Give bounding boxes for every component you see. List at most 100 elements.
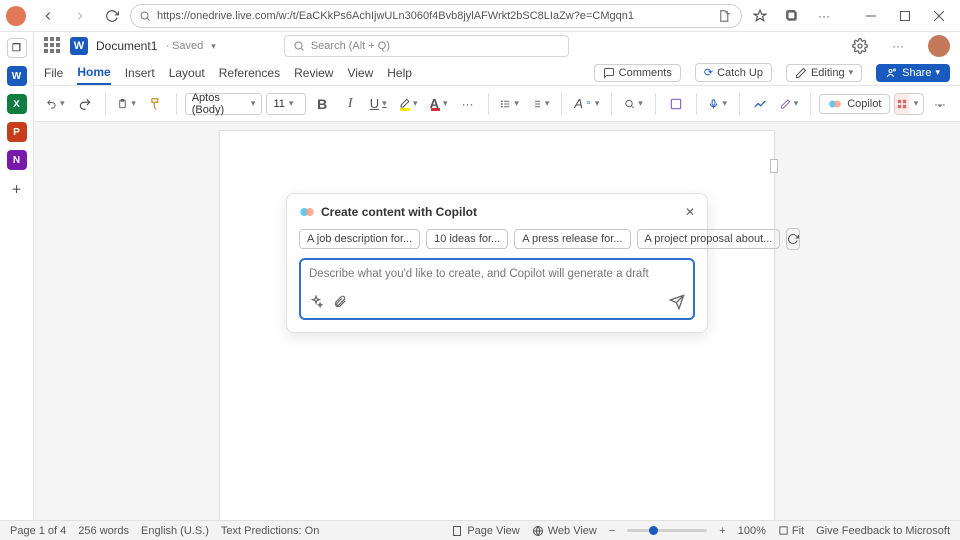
fit-button[interactable]: Fit (778, 525, 804, 537)
browser-titlebar: https://onedrive.live.com/w:/t/EaCKkPs6A… (0, 0, 960, 32)
attachment-icon[interactable] (333, 295, 347, 309)
tab-help[interactable]: Help (387, 62, 412, 84)
send-button[interactable] (669, 294, 685, 310)
collections-icon[interactable] (778, 2, 806, 30)
app-launcher-icon[interactable] (44, 37, 62, 55)
find-button[interactable]: ▾ (620, 91, 647, 117)
url-text: https://onedrive.live.com/w:/t/EaCKkPs6A… (157, 10, 713, 22)
maximize-button[interactable] (890, 2, 920, 30)
canvas-handle-icon[interactable] (770, 159, 778, 173)
font-size-select[interactable]: 11▾ (266, 93, 306, 115)
font-family-select[interactable]: Aptos (Body)▾ (185, 93, 263, 115)
underline-button[interactable]: U▾ (366, 91, 390, 117)
grid-view-icon[interactable] (895, 94, 909, 114)
settings-gear-icon[interactable] (852, 38, 868, 54)
styles-button[interactable]: A▾ (570, 91, 603, 117)
save-state: · Saved (165, 40, 203, 52)
status-language[interactable]: English (U.S.) (141, 525, 209, 537)
document-name[interactable]: Document1 (96, 39, 157, 53)
word-logo-icon: W (70, 37, 88, 55)
document-canvas[interactable]: Create content with Copilot ✕ A job desc… (34, 122, 960, 520)
tab-references[interactable]: References (219, 62, 280, 84)
minimize-button[interactable] (856, 2, 886, 30)
rail-home-icon[interactable]: ❐ (7, 38, 27, 58)
dialog-close-button[interactable]: ✕ (685, 205, 695, 219)
rail-word-icon[interactable]: W (7, 66, 27, 86)
comments-button[interactable]: Comments (594, 64, 681, 82)
refresh-button[interactable] (98, 2, 126, 30)
copilot-dialog: Create content with Copilot ✕ A job desc… (286, 193, 708, 333)
numbering-button[interactable]: ▾ (527, 91, 554, 117)
redo-button[interactable] (73, 91, 97, 117)
status-page[interactable]: Page 1 of 4 (10, 525, 66, 537)
rail-onenote-icon[interactable]: N (7, 150, 27, 170)
status-bar: Page 1 of 4 256 words English (U.S.) Tex… (0, 520, 960, 540)
zoom-slider[interactable] (627, 529, 707, 532)
word-header: W Document1 · Saved ▾ Search (Alt + Q) ·… (34, 32, 960, 60)
dialog-title: Create content with Copilot (321, 205, 477, 219)
web-view-button[interactable]: Web View (532, 525, 597, 537)
search-placeholder: Search (Alt + Q) (311, 40, 390, 52)
app-rail: ❐ W X P N ＋ (0, 32, 34, 540)
italic-button[interactable]: I (338, 91, 362, 117)
dictate-button[interactable]: ▾ (704, 91, 731, 117)
tab-layout[interactable]: Layout (169, 62, 205, 84)
catch-up-button[interactable]: ⟳Catch Up (695, 63, 772, 82)
paste-button[interactable]: ▾ (113, 91, 140, 117)
undo-button[interactable]: ▾ (42, 91, 69, 117)
back-button[interactable] (34, 2, 62, 30)
zoom-in-button[interactable]: + (719, 525, 725, 537)
editor-button[interactable] (748, 91, 772, 117)
share-button[interactable]: Share▾ (876, 64, 950, 82)
bold-button[interactable]: B (310, 91, 334, 117)
page-view-button[interactable]: Page View (451, 525, 519, 537)
highlight-button[interactable]: ▾ (394, 91, 421, 117)
rail-excel-icon[interactable]: X (7, 94, 27, 114)
rail-powerpoint-icon[interactable]: P (7, 122, 27, 142)
copilot-input[interactable]: Describe what you'd like to create, and … (299, 258, 695, 320)
doc-menu-chevron-icon[interactable]: ▾ (211, 41, 216, 52)
rewrite-button[interactable]: ▾ (776, 91, 803, 117)
zoom-level[interactable]: 100% (738, 525, 766, 537)
ribbon-collapse-button[interactable]: ⌄ (928, 91, 952, 117)
refresh-suggestions-button[interactable] (786, 228, 800, 250)
feedback-link[interactable]: Give Feedback to Microsoft (816, 525, 950, 537)
ribbon-toolbar: ▾ ▾ Aptos (Body)▾ 11▾ B I U▾ ▾ A▾ ··· ▾ … (34, 86, 960, 122)
tab-home[interactable]: Home (77, 61, 110, 85)
tab-insert[interactable]: Insert (125, 62, 155, 84)
layout-switcher[interactable]: ▾ (894, 93, 924, 115)
copilot-button[interactable]: Copilot (819, 94, 890, 114)
editing-mode-button[interactable]: Editing▾ (786, 64, 862, 82)
search-box[interactable]: Search (Alt + Q) (284, 35, 569, 57)
suggestion-chip[interactable]: A press release for... (514, 229, 630, 249)
suggestion-chips: A job description for... 10 ideas for...… (299, 228, 695, 250)
sparkle-icon[interactable] (309, 295, 323, 309)
header-more-icon[interactable]: ··· (892, 39, 904, 53)
ribbon-tabs: File Home Insert Layout References Revie… (34, 60, 960, 86)
close-window-button[interactable] (924, 2, 954, 30)
suggestion-chip[interactable]: 10 ideas for... (426, 229, 508, 249)
font-more-button[interactable]: ··· (456, 91, 480, 117)
rail-add-icon[interactable]: ＋ (7, 178, 27, 198)
browser-more-icon[interactable]: ··· (810, 2, 838, 30)
bullets-button[interactable]: ▾ (496, 91, 523, 117)
suggestion-chip[interactable]: A job description for... (299, 229, 420, 249)
font-color-button[interactable]: A▾ (426, 91, 452, 117)
user-avatar[interactable] (928, 35, 950, 57)
status-words[interactable]: 256 words (78, 525, 129, 537)
page[interactable]: Create content with Copilot ✕ A job desc… (219, 130, 775, 520)
suggestion-chip[interactable]: A project proposal about... (637, 229, 781, 249)
forward-button[interactable] (66, 2, 94, 30)
tab-view[interactable]: View (347, 62, 373, 84)
address-bar[interactable]: https://onedrive.live.com/w:/t/EaCKkPs6A… (130, 4, 742, 28)
tab-review[interactable]: Review (294, 62, 333, 84)
copilot-logo-icon (299, 204, 315, 220)
format-painter-button[interactable] (144, 91, 168, 117)
zoom-out-button[interactable]: − (609, 525, 615, 537)
designer-button[interactable] (664, 91, 688, 117)
read-aloud-icon[interactable] (719, 9, 733, 23)
tab-file[interactable]: File (44, 62, 63, 84)
favorites-icon[interactable] (746, 2, 774, 30)
status-predictions[interactable]: Text Predictions: On (221, 525, 319, 537)
profile-avatar[interactable] (6, 6, 26, 26)
